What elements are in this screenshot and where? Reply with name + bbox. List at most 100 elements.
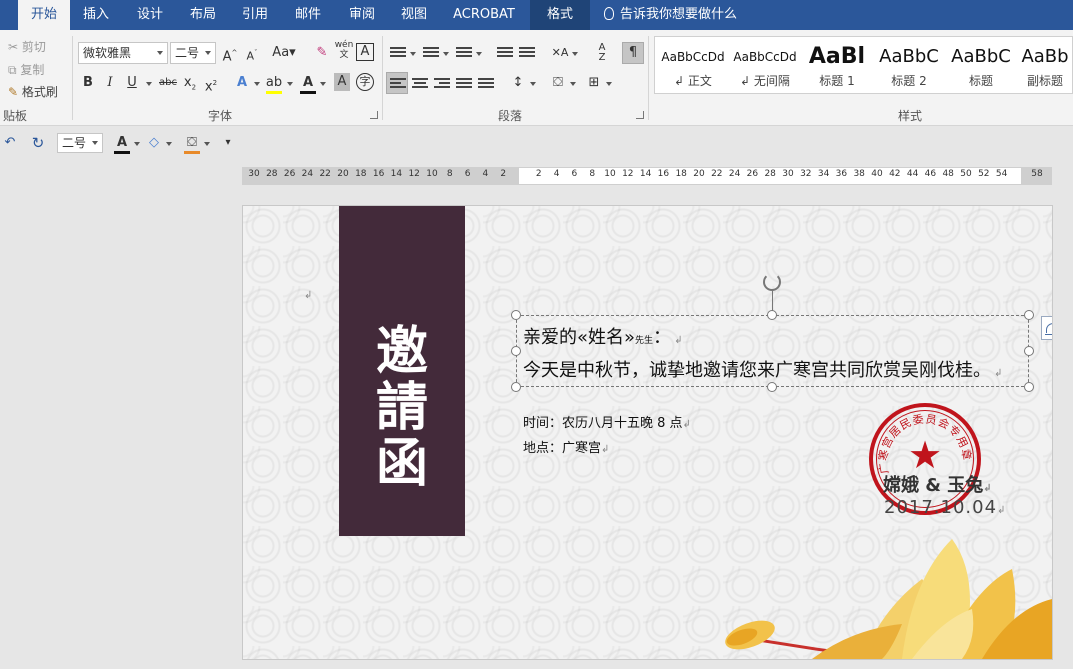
event-place[interactable]: 地点：广寒宫↲ xyxy=(523,437,609,456)
underline-icon[interactable]: U xyxy=(122,73,142,93)
chevron-down-icon[interactable] xyxy=(146,82,152,86)
style-heading-2[interactable]: AaBbC 标题 2 xyxy=(873,37,945,93)
invitation-body[interactable]: 今天是中秋节，诚挚地邀请您来广寒宫共同欣赏吴刚伐桂。 ↲ xyxy=(523,356,1003,382)
cut-button[interactable]: ✂ 剪切 xyxy=(8,38,46,55)
qat-font-size-select[interactable]: 二号 xyxy=(57,133,103,153)
customize-qat-icon[interactable]: ▾ xyxy=(218,133,238,153)
font-color-icon[interactable]: A xyxy=(298,73,318,94)
format-painter-button[interactable]: ✎ 格式刷 xyxy=(8,83,58,100)
layout-options-icon[interactable] xyxy=(1041,316,1052,340)
style-heading-1[interactable]: AaBl 标题 1 xyxy=(801,37,873,93)
sort-icon[interactable]: AZ xyxy=(592,43,612,63)
char-shading-icon[interactable]: A xyxy=(334,73,350,91)
font-name-select[interactable]: 微软雅黑 xyxy=(78,42,168,64)
shrink-font-icon[interactable]: Aˇ xyxy=(242,43,262,63)
resize-handle[interactable] xyxy=(1024,382,1034,392)
invitation-title: 邀 請 函 xyxy=(375,321,428,494)
tab-references[interactable]: 引用 xyxy=(233,0,277,30)
event-time[interactable]: 时间：农历八月十五晚 8 点↲ xyxy=(523,412,691,431)
undo-icon[interactable]: ↶ xyxy=(0,133,20,153)
resize-handle[interactable] xyxy=(511,310,521,320)
subscript-icon[interactable]: x2 xyxy=(180,73,200,93)
chevron-down-icon[interactable] xyxy=(134,142,140,146)
justify-icon[interactable] xyxy=(456,78,472,92)
chevron-down-icon[interactable] xyxy=(572,52,578,56)
grow-font-icon[interactable]: A^ xyxy=(220,43,240,64)
resize-handle[interactable] xyxy=(767,310,777,320)
highlight-icon[interactable]: ab xyxy=(264,73,284,94)
resize-handle[interactable] xyxy=(767,382,777,392)
style-normal[interactable]: AaBbCcDd ↲ 正文 xyxy=(657,37,729,93)
phonetic-guide-icon[interactable]: wén 文 xyxy=(334,40,354,60)
change-case-button[interactable]: Aa▾ xyxy=(270,43,298,63)
tab-mailings[interactable]: 邮件 xyxy=(286,0,330,30)
text-effects-icon[interactable]: A xyxy=(232,73,252,93)
chevron-down-icon[interactable] xyxy=(570,82,576,86)
superscript-icon[interactable]: x2 xyxy=(201,73,221,94)
chevron-down-icon[interactable] xyxy=(606,82,612,86)
tab-insert[interactable]: 插入 xyxy=(74,0,118,30)
align-right-icon[interactable] xyxy=(434,78,450,92)
ruler-number: 32 xyxy=(800,169,812,179)
style-subtitle[interactable]: AaBb 副标题 xyxy=(1017,37,1073,93)
tell-me-box[interactable]: 告诉我你想要做什么 xyxy=(604,0,737,30)
sign-date[interactable]: 2017.10.04↲ xyxy=(884,497,1006,518)
align-center-icon[interactable] xyxy=(412,78,428,92)
style-no-spacing[interactable]: AaBbCcDd ↲ 无间隔 xyxy=(729,37,801,93)
ruler-number: 16 xyxy=(372,169,385,179)
chevron-down-icon[interactable] xyxy=(287,82,293,86)
resize-handle[interactable] xyxy=(1024,346,1034,356)
redo-icon[interactable]: ↻ xyxy=(28,133,48,153)
chevron-down-icon[interactable] xyxy=(166,142,172,146)
bold-icon[interactable]: B xyxy=(78,73,98,93)
chevron-down-icon[interactable] xyxy=(320,82,326,86)
paragraph-dialog-launcher-icon[interactable] xyxy=(636,111,644,119)
scissors-icon: ✂ xyxy=(8,40,19,54)
tab-home[interactable]: 开始 xyxy=(18,0,70,30)
font-size-select[interactable]: 二号 xyxy=(170,42,216,64)
borders-icon[interactable]: ⊞ xyxy=(584,73,604,93)
tab-layout[interactable]: 布局 xyxy=(181,0,225,30)
enclose-char-icon[interactable]: 字 xyxy=(356,73,374,91)
char-border-icon[interactable]: A xyxy=(356,43,374,61)
invitation-title-bar[interactable]: 邀 請 函 xyxy=(339,206,465,536)
signers[interactable]: 嫦娥 & 玉兔↲ xyxy=(883,471,992,497)
bullets-icon[interactable] xyxy=(390,47,406,61)
increase-indent-icon[interactable] xyxy=(519,47,535,61)
chevron-down-icon[interactable] xyxy=(476,52,482,56)
tab-format[interactable]: 格式 xyxy=(530,0,590,30)
strikethrough-icon[interactable]: abc xyxy=(156,73,180,93)
shape-outline-icon[interactable]: ◇ xyxy=(144,133,164,153)
copy-button[interactable]: ⧉ 复制 xyxy=(8,61,44,78)
line-spacing-icon[interactable]: ↕ xyxy=(508,73,528,93)
font-dialog-launcher-icon[interactable] xyxy=(370,111,378,119)
shading-icon[interactable]: ⛋ xyxy=(548,73,568,93)
show-marks-icon[interactable]: ¶ xyxy=(622,42,644,64)
asian-layout-icon[interactable]: ✕A xyxy=(550,43,570,63)
tab-review[interactable]: 审阅 xyxy=(340,0,384,30)
tab-view[interactable]: 视图 xyxy=(392,0,436,30)
chevron-down-icon[interactable] xyxy=(254,82,260,86)
shape-fill-icon[interactable]: ⛋ xyxy=(182,133,202,154)
clear-format-icon[interactable]: ✎ xyxy=(312,43,332,63)
numbering-icon[interactable] xyxy=(423,47,439,61)
resize-handle[interactable] xyxy=(1024,310,1034,320)
chevron-down-icon[interactable] xyxy=(204,142,210,146)
qat-font-color-icon[interactable]: A xyxy=(112,133,132,154)
align-left-icon[interactable] xyxy=(390,78,406,92)
tab-design[interactable]: 设计 xyxy=(128,0,172,30)
document-page[interactable]: 邀 請 函 ↲ 亲爱的«姓名»先生： ↲ 今天是中秋节，诚挚地邀请您来广寒宫共同… xyxy=(242,205,1053,660)
greeting-line[interactable]: 亲爱的«姓名»先生： ↲ xyxy=(523,323,683,349)
italic-icon[interactable]: I xyxy=(100,73,120,93)
chevron-down-icon[interactable] xyxy=(410,52,416,56)
chevron-down-icon[interactable] xyxy=(443,52,449,56)
distributed-icon[interactable] xyxy=(478,78,494,92)
decrease-indent-icon[interactable] xyxy=(497,47,513,61)
chevron-down-icon[interactable] xyxy=(530,82,536,86)
multilevel-list-icon[interactable] xyxy=(456,47,472,61)
style-title[interactable]: AaBbC 标题 xyxy=(945,37,1017,93)
tab-acrobat[interactable]: ACROBAT xyxy=(446,0,522,30)
resize-handle[interactable] xyxy=(511,346,521,356)
resize-handle[interactable] xyxy=(511,382,521,392)
horizontal-ruler[interactable]: 30 28 26 24 22 20 18 16 14 12 10 8 6 4 2 2 4 6 8 10 12 14 16 18… xyxy=(242,167,1052,185)
